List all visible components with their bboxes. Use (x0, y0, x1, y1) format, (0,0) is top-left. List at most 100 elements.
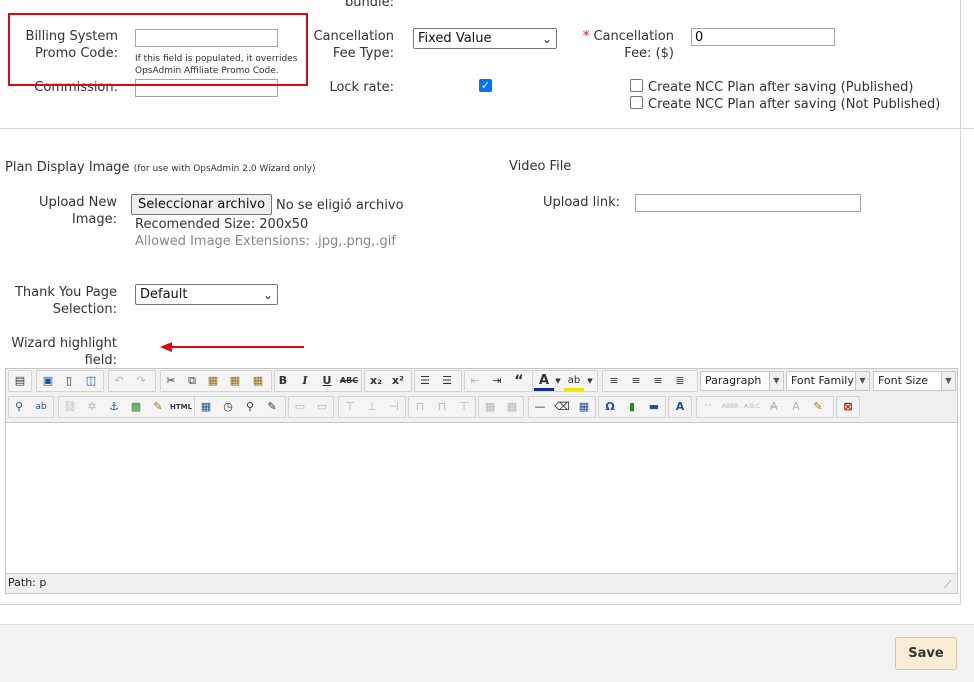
cancellation-fee-input[interactable] (691, 28, 835, 46)
plan-image-title: Plan Display Image (for use with OpsAdmi… (5, 160, 316, 175)
video-title: Video File (509, 159, 572, 174)
upload-link-label: Upload link: (542, 195, 620, 210)
html-icon[interactable]: HTML (170, 397, 192, 417)
preview-icon[interactable]: ⚲ (240, 397, 260, 417)
ncc-published-label: Create NCC Plan after saving (Published) (648, 80, 914, 95)
font-family-dropdown[interactable]: Font Family ▼ (786, 371, 870, 391)
subscript-icon[interactable]: x₂ (366, 371, 386, 391)
panel-bottom-border (0, 604, 961, 605)
plan-image-subtitle: (for use with OpsAdmin 2.0 Wizard only) (133, 164, 316, 174)
media-icon[interactable]: ▮ (622, 397, 642, 417)
lock-rate-checkbox[interactable]: ✓ (479, 79, 492, 92)
file-status: No se eligió archivo (276, 198, 404, 213)
upload-link-input[interactable] (635, 194, 861, 212)
editor-content-area[interactable] (6, 422, 957, 574)
ncc-published-checkbox[interactable] (630, 79, 643, 92)
table-col-before-icon[interactable]: ⊓ (410, 397, 430, 417)
delete-text-icon[interactable]: A (764, 397, 784, 417)
required-marker: * (582, 29, 590, 44)
insert-text-icon[interactable]: A (786, 397, 806, 417)
insert-time-icon[interactable]: ◷ (218, 397, 238, 417)
plan-image-title-text: Plan Display Image (5, 160, 130, 175)
save-button[interactable]: Save (895, 637, 957, 670)
bold-icon[interactable]: B (273, 371, 293, 391)
layer-icon[interactable]: ▭ (290, 397, 310, 417)
style-icon[interactable]: A (670, 397, 690, 417)
edit-icon[interactable]: ✎ (262, 397, 282, 417)
remove-format-icon[interactable]: ⌫ (552, 397, 572, 417)
chevron-down-icon: ⌄ (262, 288, 273, 302)
horizontal-rule-icon[interactable]: — (530, 397, 550, 417)
chevron-down-icon: ▼ (855, 372, 869, 390)
editor-path: Path: p (8, 576, 47, 589)
paragraph-dropdown[interactable]: Paragraph ▼ (700, 371, 784, 391)
merge-cells-icon[interactable]: ▦ (502, 397, 522, 417)
chevron-down-icon[interactable]: ▼ (554, 371, 562, 391)
toggle-toolbar-icon[interactable]: ▤ (10, 371, 30, 391)
redo-icon[interactable]: ↷ (131, 371, 151, 391)
abbr-icon[interactable]: ABBR (720, 397, 740, 417)
replace-icon[interactable]: ab (31, 397, 51, 417)
bundle-label: bundle: (345, 0, 394, 10)
strikethrough-icon[interactable]: ABC (339, 371, 359, 391)
text-color-icon[interactable]: A (534, 371, 554, 391)
cleanup-icon[interactable]: ✎ (148, 397, 168, 417)
table-row-after-icon[interactable]: ⊥ (362, 397, 382, 417)
copy-icon[interactable]: ⧉ (182, 371, 202, 391)
nonbreaking-icon[interactable]: ▬ (644, 397, 664, 417)
table-row-before-icon[interactable]: ⊤ (340, 397, 360, 417)
visual-chars-icon[interactable]: ⊠ (838, 397, 858, 417)
attribs-icon[interactable]: ✎ (808, 397, 828, 417)
undo-icon[interactable]: ↶ (109, 371, 129, 391)
align-justify-icon[interactable]: ≣ (670, 371, 690, 391)
file-select-button[interactable]: Seleccionar archivo (131, 194, 273, 215)
red-arrow (160, 342, 304, 352)
font-size-dropdown[interactable]: Font Size ▼ (873, 371, 956, 391)
numbered-list-icon[interactable]: ☰ (437, 371, 457, 391)
highlight-color-icon[interactable]: ab (564, 371, 584, 391)
paste-icon[interactable]: ▦ (203, 371, 223, 391)
upload-image-label: Upload New Image: (38, 195, 117, 227)
cancellation-fee-type-select[interactable]: Fixed Value ⌄ (413, 28, 557, 49)
superscript-icon[interactable]: x² (388, 371, 408, 391)
special-char-icon[interactable]: Ω (600, 397, 620, 417)
layer-move-icon[interactable]: ▭ (312, 397, 332, 417)
align-center-icon[interactable]: ≡ (626, 371, 646, 391)
template-icon[interactable]: ◫ (81, 371, 101, 391)
footer-bar (0, 624, 974, 682)
ncc-not-published-checkbox[interactable] (630, 96, 643, 109)
table-row-delete-icon[interactable]: ⊣ (384, 397, 404, 417)
underline-icon[interactable]: U (317, 371, 337, 391)
cancellation-fee-label: * Cancellation Fee: ($) (578, 28, 674, 62)
cut-icon[interactable]: ✂ (161, 371, 181, 391)
font-family-dropdown-label: Font Family (791, 374, 854, 387)
bullet-list-icon[interactable]: ☰ (415, 371, 435, 391)
outdent-icon[interactable]: ⇤ (465, 371, 485, 391)
table-icon[interactable]: ▦ (574, 397, 594, 417)
cite-icon[interactable]: “” (698, 397, 718, 417)
acronym-icon[interactable]: A.B.C (742, 397, 762, 417)
find-icon[interactable]: ⚲ (9, 397, 29, 417)
new-document-icon[interactable]: ▯ (59, 371, 79, 391)
paste-word-icon[interactable]: ▦ (248, 371, 268, 391)
split-cells-icon[interactable]: ▦ (480, 397, 500, 417)
paragraph-dropdown-label: Paragraph (705, 374, 762, 387)
insert-date-icon[interactable]: ▦ (196, 397, 216, 417)
save-icon[interactable]: ▣ (38, 371, 58, 391)
section-divider (0, 128, 974, 129)
thank-you-select[interactable]: Default ⌄ (135, 284, 278, 305)
chevron-down-icon[interactable]: ▼ (586, 371, 594, 391)
blockquote-icon[interactable]: “ (509, 371, 529, 391)
image-icon[interactable]: ▩ (126, 397, 146, 417)
align-left-icon[interactable]: ≡ (604, 371, 624, 391)
table-col-delete-icon[interactable]: ⊤ (454, 397, 474, 417)
align-right-icon[interactable]: ≡ (648, 371, 668, 391)
italic-icon[interactable]: I (295, 371, 315, 391)
anchor-icon[interactable]: ⚓ (104, 397, 124, 417)
unlink-icon[interactable]: ✲ (82, 397, 102, 417)
indent-icon[interactable]: ⇥ (487, 371, 507, 391)
table-col-after-icon[interactable]: ⊓ (432, 397, 452, 417)
link-icon[interactable]: ⛓ (60, 397, 80, 417)
paste-text-icon[interactable]: ▦ (225, 371, 245, 391)
resize-handle-icon[interactable]: ⟋ (944, 580, 951, 591)
